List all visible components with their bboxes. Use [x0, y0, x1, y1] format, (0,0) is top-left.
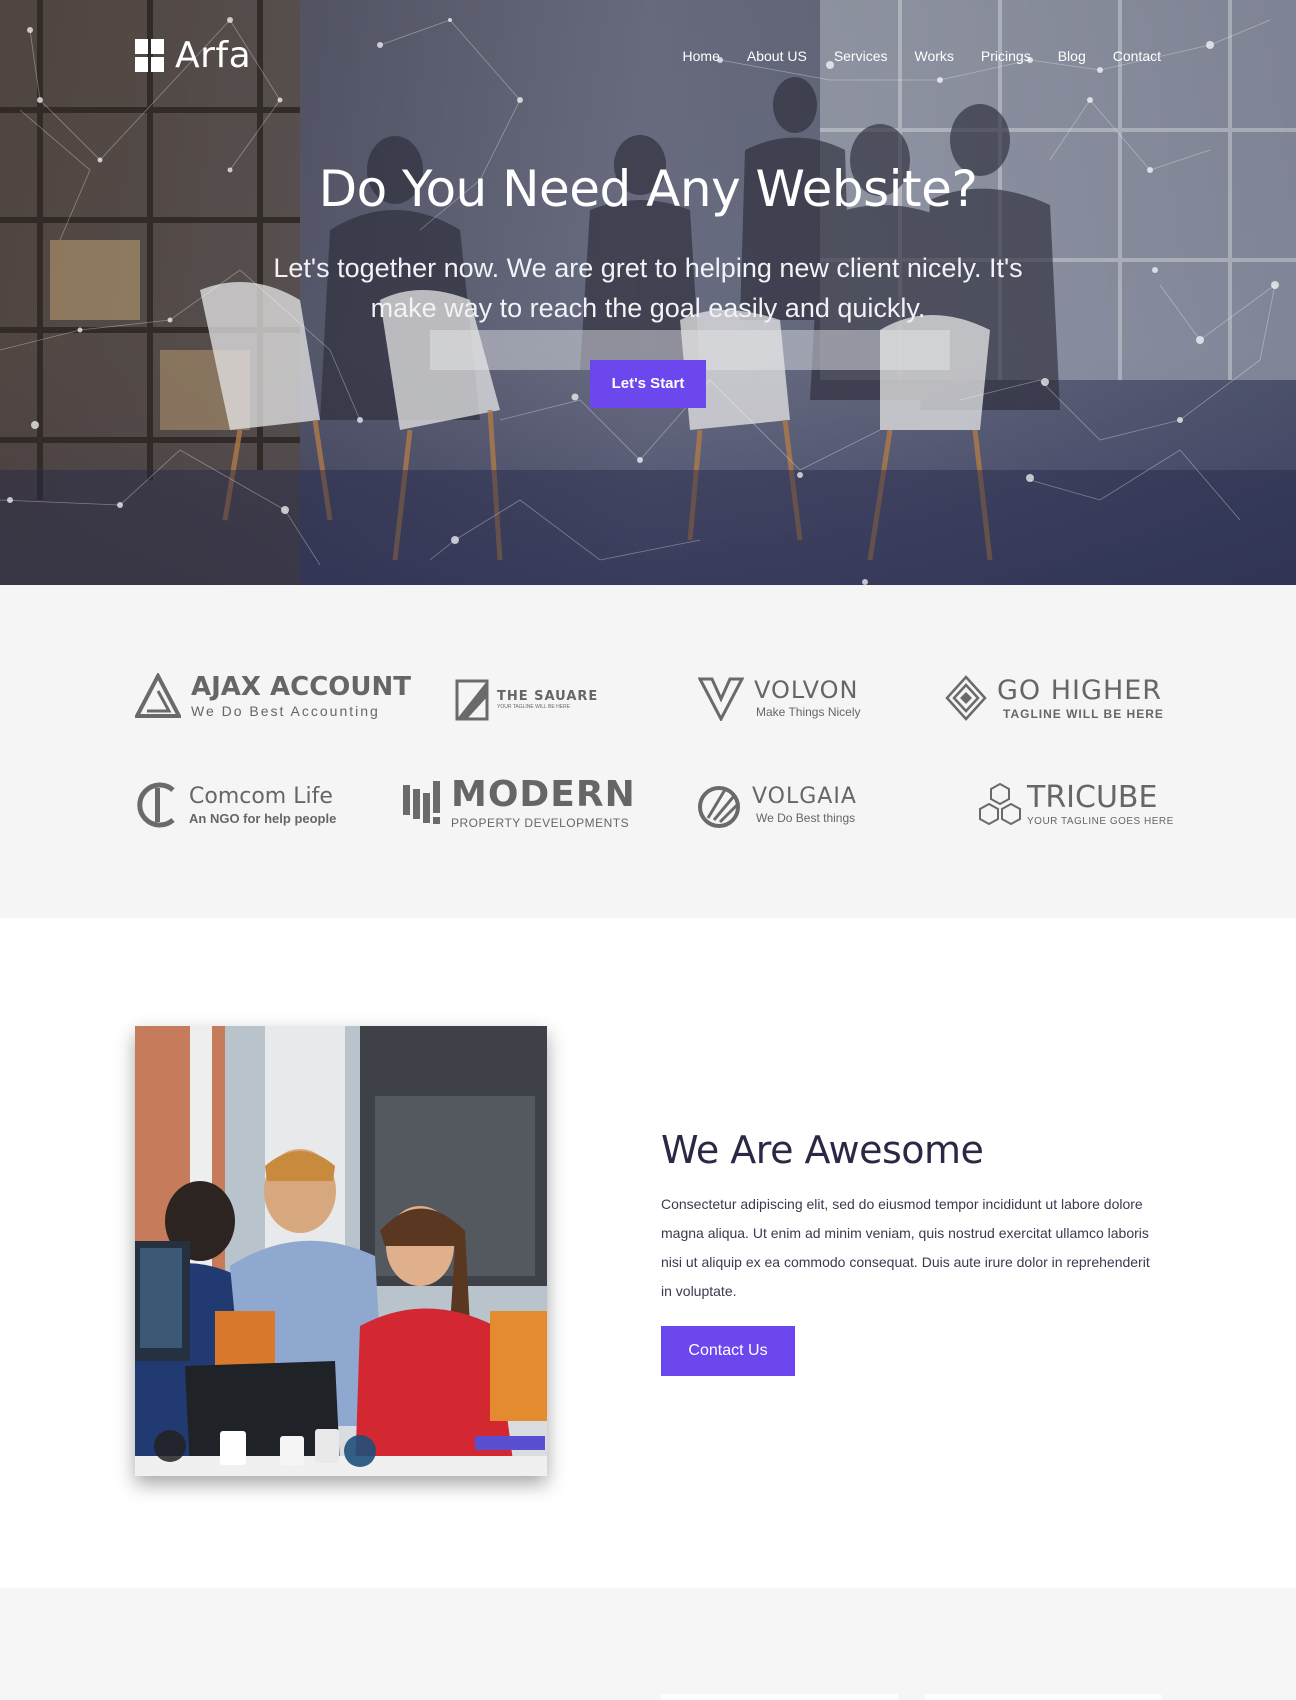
bars-logo-icon	[403, 781, 440, 824]
top-navbar: Arfa Home About US Services Works Pricin…	[0, 0, 1296, 110]
diamond-logo-icon	[945, 675, 987, 721]
about-body: Consectetur adipiscing elit, sed do eius…	[661, 1196, 1150, 1299]
client-name: AJAX ACCOUNT	[191, 672, 412, 702]
about-text-block: We Are Awesome Consectetur adipiscing el…	[661, 1128, 1161, 1376]
client-tagline: TAGLINE WILL BE HERE	[1003, 706, 1164, 721]
client-tagline: We Do Best things	[756, 811, 856, 825]
leaf-circle-logo-icon	[698, 786, 740, 828]
hero-content: Do You Need Any Website? Let's together …	[0, 160, 1296, 408]
client-logo-modern[interactable]: MODERN PROPERTY DEVELOPMENTS	[403, 777, 636, 829]
client-name: TRICUBE	[1027, 780, 1158, 815]
about-title: We Are Awesome	[661, 1128, 984, 1172]
triangle-logo-icon	[135, 673, 181, 718]
square-slash-logo-icon	[455, 679, 489, 721]
client-tagline: We Do Best Accounting	[191, 703, 380, 719]
client-tagline: YOUR TAGLINE GOES HERE	[1027, 816, 1174, 827]
contact-us-button[interactable]: Contact Us	[661, 1326, 795, 1376]
logo-icon	[135, 39, 165, 73]
client-tagline: An NGO for help people	[189, 810, 337, 826]
lets-start-button[interactable]: Let's Start	[590, 360, 706, 408]
client-logo-ajax-account[interactable]: AJAX ACCOUNT We Do Best Accounting	[135, 673, 411, 719]
chevron-v-logo-icon	[698, 677, 744, 721]
card-top-edge	[925, 1694, 1161, 1700]
nav-pricings[interactable]: Pricings	[981, 48, 1031, 64]
team-photo	[135, 1026, 547, 1476]
nav-about-us[interactable]: About US	[747, 48, 807, 64]
next-section	[0, 1588, 1296, 1700]
client-logo-comcom-life[interactable]: Comcom Life An NGO for help people	[135, 782, 336, 828]
nav-contact[interactable]: Contact	[1113, 48, 1161, 64]
nav-blog[interactable]: Blog	[1058, 48, 1086, 64]
client-name: GO HIGHER	[997, 674, 1163, 706]
brand-logo[interactable]: Arfa	[135, 38, 251, 74]
client-logo-tricube[interactable]: TRICUBE YOUR TAGLINE GOES HERE	[977, 782, 1174, 828]
hero-title: Do You Need Any Website?	[318, 160, 978, 218]
client-logo-the-sauare[interactable]: THE SAUARE YOUR TAGLINE WILL BE HERE	[455, 679, 598, 721]
client-name: VOLGAIA	[752, 784, 857, 809]
card-top-edge	[661, 1694, 898, 1700]
client-logos-section: AJAX ACCOUNT We Do Best Accounting THE S…	[0, 585, 1296, 918]
main-menu: Home About US Services Works Pricings Bl…	[656, 48, 1161, 64]
hero-subtitle: Let's together now. We are gret to helpi…	[273, 253, 1023, 323]
client-name: Comcom Life	[189, 783, 333, 809]
client-name: THE SAUARE	[497, 689, 599, 704]
c-shape-logo-icon	[137, 782, 175, 828]
brand-name: Arfa	[175, 35, 252, 76]
nav-works[interactable]: Works	[915, 48, 954, 64]
hero-section: Arfa Home About US Services Works Pricin…	[0, 0, 1296, 585]
about-section: We Are Awesome Consectetur adipiscing el…	[0, 918, 1296, 1588]
client-tagline: Make Things Nicely	[756, 705, 861, 719]
client-tagline: YOUR TAGLINE WILL BE HERE	[497, 704, 570, 710]
client-name: VOLVON	[754, 676, 859, 704]
client-logo-go-higher[interactable]: GO HIGHER TAGLINE WILL BE HERE	[945, 675, 1164, 721]
nav-home[interactable]: Home	[683, 48, 720, 64]
client-logo-volgaia[interactable]: VOLGAIA We Do Best things	[696, 782, 857, 828]
nav-services[interactable]: Services	[834, 48, 888, 64]
client-tagline: PROPERTY DEVELOPMENTS	[451, 816, 630, 830]
client-name: MODERN	[451, 774, 636, 815]
client-logo-volvon[interactable]: VOLVON Make Things Nicely	[698, 675, 860, 721]
hexagon-cubes-logo-icon	[979, 782, 1021, 826]
